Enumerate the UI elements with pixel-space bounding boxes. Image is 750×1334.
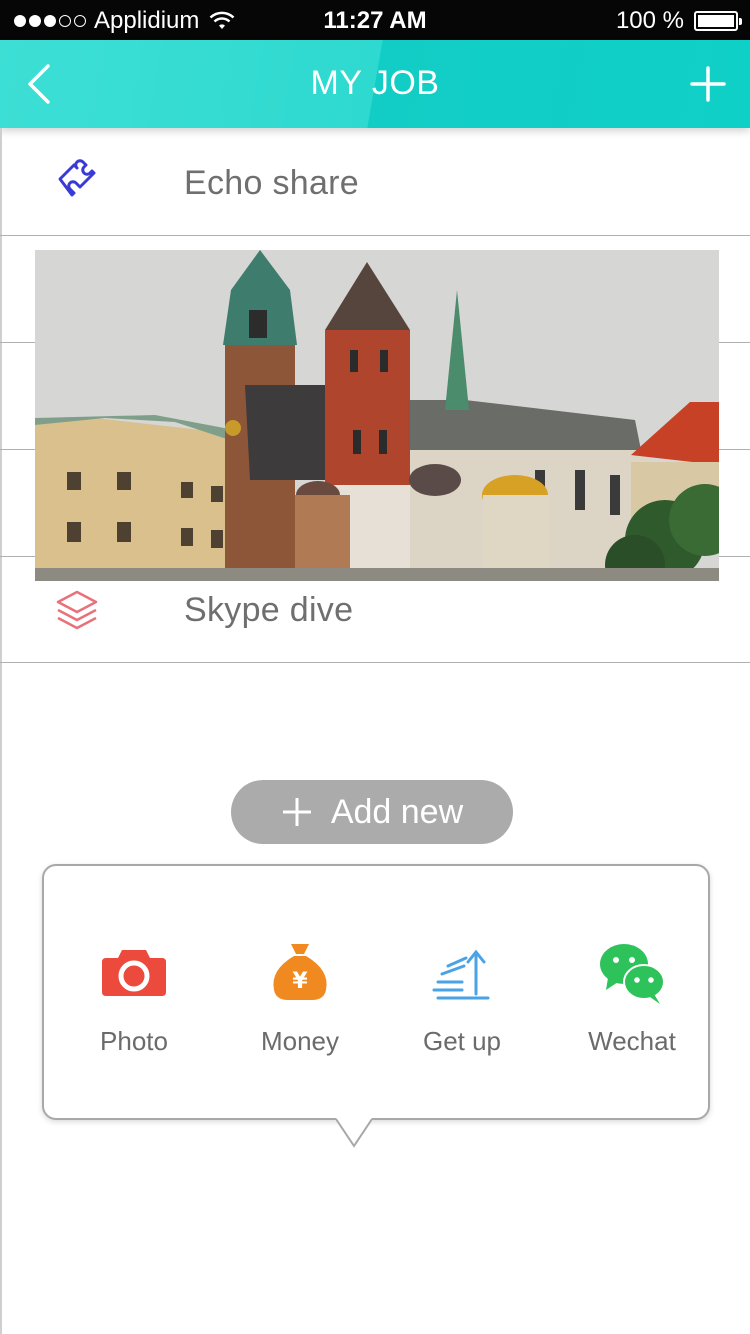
upload-icon: [432, 949, 490, 1000]
battery-percent: 100 %: [615, 7, 684, 34]
nav-bar: MY JOB: [0, 40, 750, 128]
popup-pointer: [336, 1118, 372, 1148]
layers-icon: [56, 590, 98, 630]
share-wechat-button[interactable]: Wechat: [552, 936, 712, 1057]
camera-icon: [102, 950, 166, 996]
money-bag-icon: ¥: [273, 944, 327, 1000]
share-label: Get up: [422, 1026, 502, 1056]
page-title: MY JOB: [310, 64, 440, 102]
share-label: Photo: [100, 1026, 168, 1056]
left-border: [0, 128, 2, 1334]
job-row-skype-dive[interactable]: Skype dive: [2, 558, 750, 662]
row-divider: [0, 235, 750, 236]
plus-icon: [690, 66, 726, 102]
share-popup: Photo ¥ Money Get up Wechat: [42, 864, 710, 1120]
puzzle-icon: [58, 159, 96, 197]
row-divider: [0, 662, 750, 663]
wechat-icon: [600, 944, 665, 1004]
job-label: Echo share: [184, 164, 359, 202]
share-photo-button[interactable]: Photo: [54, 936, 214, 1057]
status-bar: Applidium 11:27 AM 100 %: [0, 0, 750, 40]
status-right: 100 %: [615, 7, 742, 35]
add-new-button[interactable]: Add new: [231, 780, 513, 844]
castle-photo: [35, 250, 719, 581]
share-label: Money: [260, 1026, 340, 1056]
share-label: Wechat: [588, 1026, 676, 1056]
add-new-label: Add new: [330, 792, 464, 831]
add-button[interactable]: [688, 62, 728, 106]
battery-icon: [694, 11, 742, 31]
castle-illustration: [35, 250, 719, 581]
share-money-button[interactable]: ¥ Money: [220, 936, 380, 1057]
share-getup-button[interactable]: Get up: [382, 936, 542, 1057]
job-label: Skype dive: [184, 591, 354, 629]
plus-icon: [282, 798, 311, 826]
job-row-echo-share[interactable]: Echo share: [2, 131, 750, 235]
svg-text:¥: ¥: [292, 969, 308, 994]
